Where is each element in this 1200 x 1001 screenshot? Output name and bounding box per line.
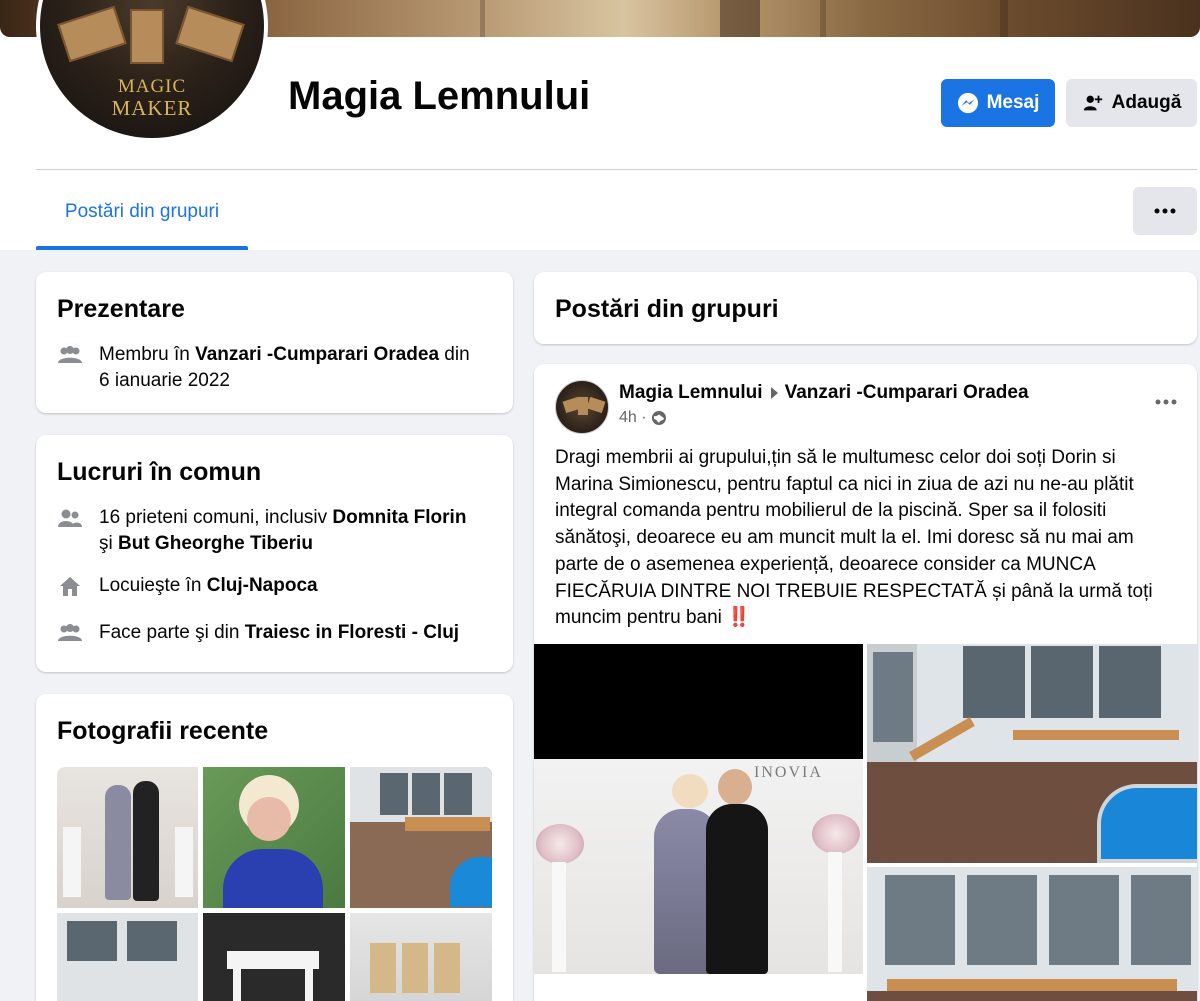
post-body: Dragi membrii ai grupului,țin să le mult… [555,445,1170,632]
post-text: Dragi membrii ai grupului,țin să le mult… [555,447,1153,629]
group-post: Magia Lemnului Vanzari -Cumparari Oradea… [534,364,1197,1001]
group-posts-header-card: Postări din grupuri [534,272,1197,344]
group-icon [57,342,83,368]
avatar-logo-line1: MAGIC [117,76,187,97]
recent-photo-2[interactable] [203,767,345,908]
home-icon [57,573,83,599]
caret-right-icon [770,387,778,399]
city-link[interactable]: Cluj-Napoca [207,575,318,596]
post-options-button[interactable] [1155,392,1177,410]
recent-photos-card: Fotografii recente [36,694,513,1001]
recent-photo-1[interactable] [57,767,198,908]
header-divider [36,169,1197,170]
recent-photo-5[interactable] [203,913,345,1001]
member-suffix: din [439,344,470,365]
tab-group-posts[interactable]: Postări din grupuri [36,186,248,250]
friend-link-2[interactable]: But Gheorghe Tiberiu [118,533,313,554]
mutual-friends-row: 16 prieteni comuni, inclusiv Domnita Flo… [57,505,497,557]
recent-photo-3[interactable] [350,767,492,908]
recent-photos-title: Fotografii recente [57,717,269,745]
post-image-2[interactable] [867,644,1197,863]
lives-prefix: Locuieşte în [99,575,207,596]
post-header: Magia Lemnului Vanzari -Cumparari Oradea [619,382,1029,404]
friend-link-1[interactable]: Domnita Florin [332,507,466,528]
avatar-logo-line2: MAKER [111,96,193,120]
post-image-1[interactable]: INOVIA [534,644,863,974]
backdrop-logo-text: INOVIA [754,764,823,781]
more-dots-icon [1155,399,1177,405]
group-icon [57,620,83,646]
friends-prefix: 16 prieteni comuni, inclusiv [99,507,333,528]
globe-icon [651,411,666,425]
messenger-icon [957,92,978,114]
more-options-button[interactable] [1133,187,1197,235]
active-tab-indicator [36,246,248,250]
page-title: Magia Lemnului [288,74,591,118]
intro-membership: Membru în Vanzari -Cumparari Oradea din … [57,342,497,394]
post-image-3[interactable] [867,867,1197,1001]
intro-card: Prezentare Membru în Vanzari -Cumparari … [36,272,513,413]
member-date: 6 ianuarie 2022 [99,370,230,391]
double-exclamation-emoji: ‼️ [727,607,751,629]
group-link[interactable]: Traiesc in Floresti - Cluj [245,622,459,643]
recent-photo-4[interactable] [57,913,198,1001]
friends-and: şi [99,533,118,554]
add-button-label: Adaugă [1111,92,1182,113]
post-meta: 4h · [619,409,667,427]
common-title: Lucruri în comun [57,458,262,486]
common-card: Lucruri în comun 16 prieteni comuni, inc… [36,435,513,672]
friends-icon [57,505,83,531]
post-timestamp[interactable]: 4h · [619,409,647,427]
member-prefix: Membru în [99,344,196,365]
message-button[interactable]: Mesaj [941,79,1055,127]
post-group-name[interactable]: Vanzari -Cumparari Oradea [785,382,1029,404]
lives-in-row: Locuieşte în Cluj-Napoca [57,573,497,599]
profile-avatar[interactable]: MAGIC MAKER [36,0,268,142]
more-dots-icon [1154,208,1176,214]
member-group-link[interactable]: Vanzari -Cumparari Oradea [195,344,439,365]
profile-header: MAGIC MAKER Magia Lemnului Mesaj Adaugă … [0,0,1200,250]
recent-photo-6[interactable] [350,913,492,1001]
also-member-row: Face parte şi din Traiesc in Floresti - … [57,620,497,646]
add-person-icon [1083,95,1102,111]
also-member-prefix: Face parte şi din [99,622,245,643]
group-posts-title: Postări din grupuri [555,295,779,323]
intro-title: Prezentare [57,295,185,323]
post-author-name[interactable]: Magia Lemnului [619,382,763,404]
add-friend-button[interactable]: Adaugă [1066,79,1197,127]
message-button-label: Mesaj [986,92,1040,113]
post-author-avatar[interactable] [555,380,609,434]
